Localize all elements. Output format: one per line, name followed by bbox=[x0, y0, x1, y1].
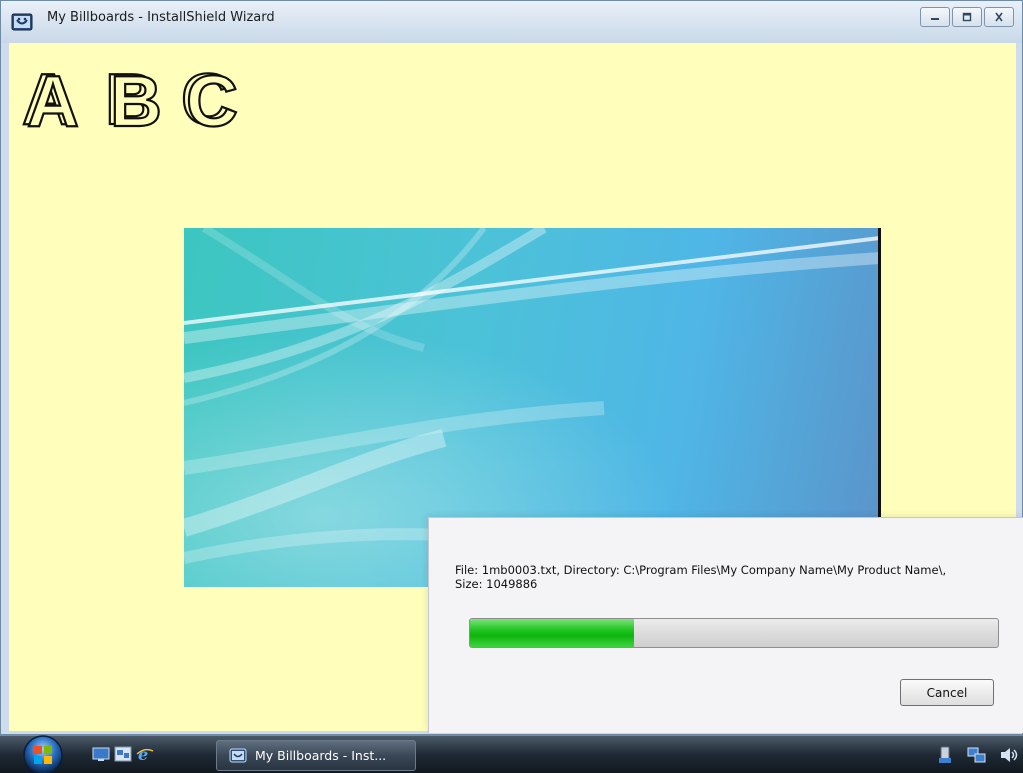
maximize-icon bbox=[962, 12, 972, 22]
taskbar: e My Billboards - Inst... bbox=[0, 735, 1023, 773]
abc-billboard-logo: A A B B C C bbox=[21, 59, 239, 134]
minimize-button[interactable] bbox=[920, 7, 950, 27]
svg-text:C: C bbox=[186, 62, 238, 134]
close-button[interactable] bbox=[984, 7, 1014, 27]
svg-text:B: B bbox=[110, 62, 162, 134]
installshield-app-icon bbox=[229, 748, 247, 762]
volume-icon[interactable] bbox=[999, 745, 1019, 765]
minimize-icon bbox=[931, 18, 939, 20]
show-desktop-icon[interactable] bbox=[92, 745, 110, 763]
windows-orb-icon[interactable] bbox=[18, 734, 68, 773]
svg-text:A: A bbox=[27, 62, 79, 134]
close-icon bbox=[995, 12, 1003, 22]
svg-text:e: e bbox=[138, 745, 148, 763]
installshield-window: My Billboards - InstallShield Wizard A A… bbox=[0, 0, 1023, 735]
cancel-button[interactable]: Cancel bbox=[900, 679, 994, 706]
window-title: My Billboards - InstallShield Wizard bbox=[47, 10, 275, 25]
taskbar-item-label: My Billboards - Inst... bbox=[255, 748, 387, 763]
title-bar[interactable]: My Billboards - InstallShield Wizard bbox=[1, 1, 1022, 43]
system-tray bbox=[935, 745, 1019, 765]
maximize-button[interactable] bbox=[952, 7, 982, 27]
quick-launch-bar: e bbox=[92, 745, 154, 763]
progress-bar bbox=[469, 618, 999, 648]
file-status-text: File: 1mb0003.txt, Directory: C:\Program… bbox=[455, 563, 947, 591]
internet-explorer-icon[interactable]: e bbox=[136, 745, 154, 763]
progress-bar-fill bbox=[470, 619, 634, 647]
switch-windows-icon[interactable] bbox=[114, 745, 132, 763]
installshield-app-icon bbox=[11, 13, 33, 31]
billboard-image-edge bbox=[878, 228, 881, 524]
taskbar-item-installshield[interactable]: My Billboards - Inst... bbox=[216, 740, 416, 771]
progress-panel: File: 1mb0003.txt, Directory: C:\Program… bbox=[428, 517, 1023, 733]
network-icon[interactable] bbox=[967, 745, 987, 765]
window-controls bbox=[920, 7, 1014, 27]
safely-remove-icon[interactable] bbox=[935, 745, 955, 765]
